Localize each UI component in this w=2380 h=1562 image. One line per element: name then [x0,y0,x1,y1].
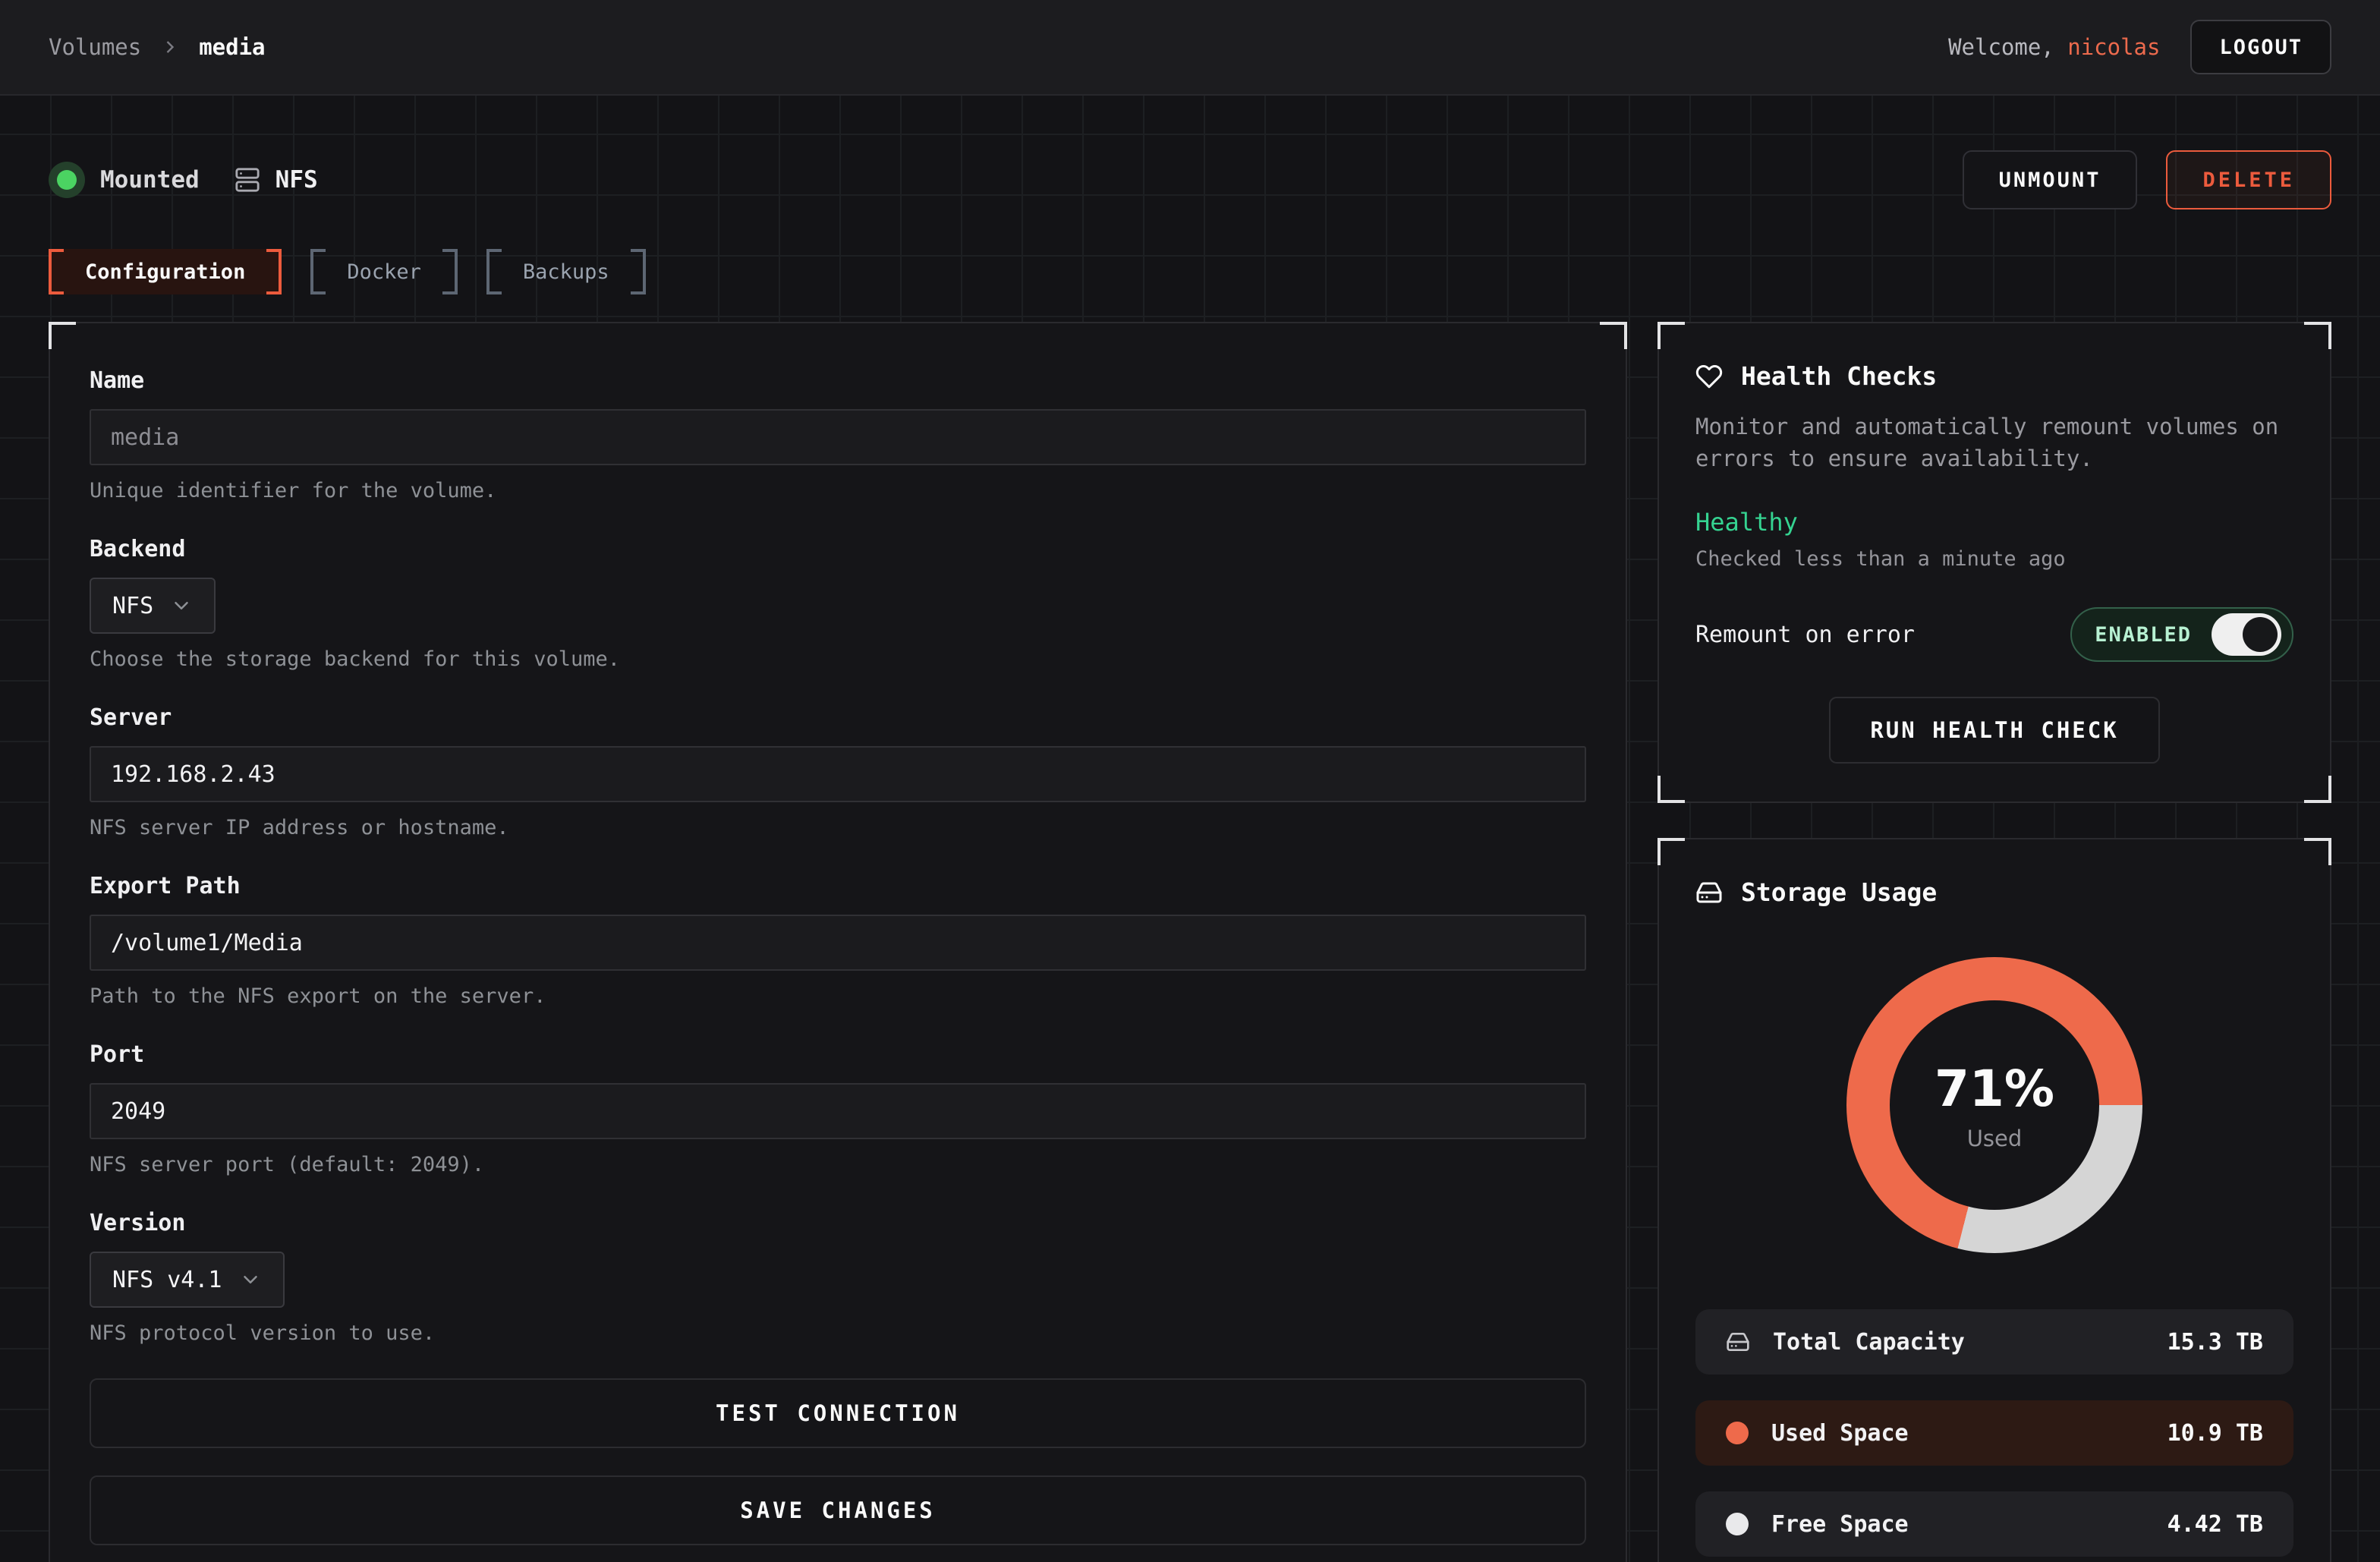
port-input[interactable] [90,1083,1586,1139]
total-capacity-value: 15.3 TB [2168,1329,2263,1356]
backend-badge: NFS [275,166,318,194]
name-input[interactable] [90,409,1586,465]
configuration-panel: Name Unique identifier for the volume. B… [49,322,1627,1562]
backend-field-group: Backend NFS Choose the storage backend f… [90,536,1586,671]
name-help: Unique identifier for the volume. [90,479,1586,502]
backend-label: Backend [90,536,1586,562]
server-label: Server [90,704,1586,731]
port-help: NFS server port (default: 2049). [90,1153,1586,1176]
remount-on-error-label: Remount on error [1695,622,1915,648]
hard-drive-icon [1726,1330,1750,1354]
used-space-value: 10.9 TB [2168,1420,2263,1447]
mounted-status-icon [49,162,85,198]
health-description: Monitor and automatically remount volume… [1695,411,2293,474]
health-checks-panel: Health Checks Monitor and automatically … [1658,322,2331,803]
storage-percent-sublabel: Used [1967,1126,2023,1151]
backend-help: Choose the storage backend for this volu… [90,647,1586,671]
page-content: Mounted NFS UNMOUNT DELETE Configuration… [0,96,2380,1562]
chevron-down-icon [170,594,193,617]
total-capacity-label: Total Capacity [1773,1329,1965,1356]
name-label: Name [90,367,1586,394]
tab-docker[interactable]: Docker [310,249,458,294]
tab-backups[interactable]: Backups [486,249,646,294]
version-select[interactable]: NFS v4.1 [90,1252,285,1308]
hard-drive-icon [1695,879,1723,906]
storage-panel-title: Storage Usage [1741,877,1937,907]
breadcrumb-current: media [199,34,265,60]
logout-button[interactable]: LOGOUT [2190,20,2331,74]
mount-state-label: Mounted [100,166,200,194]
save-changes-button[interactable]: SAVE CHANGES [90,1475,1586,1545]
breadcrumb: Volumes media [49,34,266,60]
name-field-group: Name Unique identifier for the volume. [90,367,1586,502]
server-field-group: Server NFS server IP address or hostname… [90,704,1586,839]
storage-row-free: Free Space 4.42 TB [1695,1491,2293,1557]
username: nicolas [2067,34,2160,60]
welcome-text: Welcome, nicolas [1948,34,2160,60]
export-path-help: Path to the NFS export on the server. [90,984,1586,1008]
storage-percent-used: 71% [1935,1060,2054,1118]
used-space-label: Used Space [1771,1420,1909,1447]
breadcrumb-volumes-link[interactable]: Volumes [49,34,141,60]
chevron-down-icon [239,1268,262,1291]
version-label: Version [90,1210,1586,1236]
storage-donut-chart: 71% Used [1846,957,2142,1253]
free-space-label: Free Space [1771,1511,1909,1538]
storage-usage-panel: Storage Usage 71% Used Total Capacity 15… [1658,838,2331,1562]
heart-icon [1695,363,1723,390]
toggle-switch-icon [2212,613,2281,656]
health-status-text: Healthy [1695,508,2293,537]
unmount-button[interactable]: UNMOUNT [1963,150,2138,209]
storage-row-total: Total Capacity 15.3 TB [1695,1309,2293,1375]
backend-select-value: NFS [112,593,153,619]
version-field-group: Version NFS v4.1 NFS protocol version to… [90,1210,1586,1345]
run-health-check-button[interactable]: RUN HEALTH CHECK [1829,697,2159,764]
free-space-dot-icon [1726,1513,1749,1535]
tab-configuration[interactable]: Configuration [49,249,282,294]
free-space-value: 4.42 TB [2168,1511,2263,1538]
port-label: Port [90,1041,1586,1068]
topbar: Volumes media Welcome, nicolas LOGOUT [0,0,2380,96]
used-space-dot-icon [1726,1422,1749,1444]
health-last-checked: Checked less than a minute ago [1695,547,2293,571]
backend-select[interactable]: NFS [90,578,216,634]
version-help: NFS protocol version to use. [90,1321,1586,1345]
health-panel-title: Health Checks [1741,361,1937,391]
server-input[interactable] [90,746,1586,802]
export-path-label: Export Path [90,873,1586,899]
delete-button[interactable]: DELETE [2166,150,2331,209]
test-connection-button[interactable]: TEST CONNECTION [90,1378,1586,1448]
export-path-field-group: Export Path Path to the NFS export on th… [90,873,1586,1008]
server-help: NFS server IP address or hostname. [90,816,1586,839]
server-icon [235,167,260,193]
export-path-input[interactable] [90,915,1586,971]
remount-toggle[interactable]: ENABLED [2070,607,2293,662]
volume-status-row: Mounted NFS UNMOUNT DELETE [49,96,2331,209]
version-select-value: NFS v4.1 [112,1267,222,1293]
chevron-right-icon [159,36,181,58]
storage-row-used: Used Space 10.9 TB [1695,1400,2293,1466]
remount-toggle-state: ENABLED [2095,623,2192,647]
port-field-group: Port NFS server port (default: 2049). [90,1041,1586,1176]
tab-bar: Configuration Docker Backups [49,249,2331,294]
